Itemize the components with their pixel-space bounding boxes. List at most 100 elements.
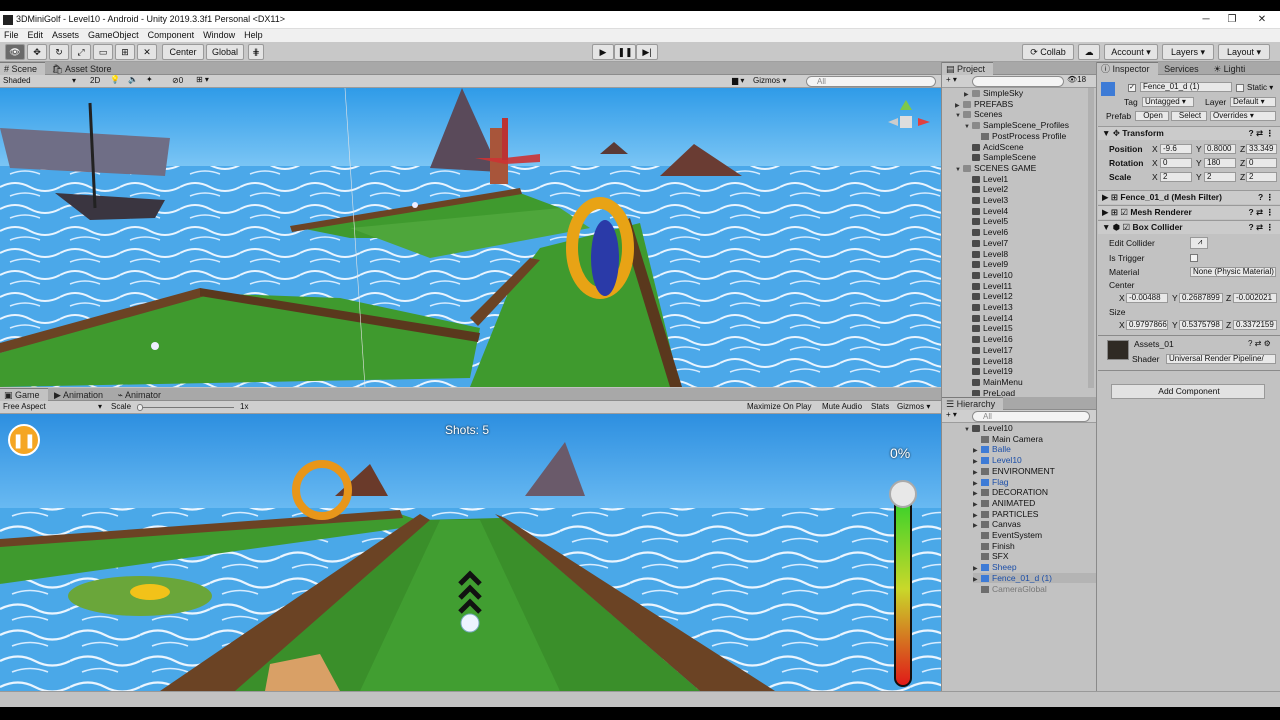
static-checkbox[interactable]	[1236, 84, 1244, 92]
tab-project[interactable]: ▤ Project	[942, 62, 994, 75]
gizmos-dropdown[interactable]: Gizmos ▾	[753, 76, 786, 85]
minimize-button[interactable]: ─	[1196, 13, 1216, 27]
maximize-button[interactable]: ❐	[1222, 13, 1242, 27]
fold-arrow-icon[interactable]: ▼	[964, 122, 972, 133]
rotate-tool-button[interactable]: ↻	[49, 44, 69, 60]
project-item[interactable]: ▶ SimpleSky	[964, 88, 1096, 99]
scale-y-field[interactable]: 2	[1204, 172, 1236, 182]
project-item[interactable]: PreLoad	[964, 388, 1096, 396]
project-item[interactable]: Level14	[964, 313, 1096, 324]
hidden-objects-count[interactable]: ⊘0	[172, 76, 183, 85]
aspect-dropdown[interactable]: Free Aspect	[3, 402, 46, 411]
scale-tool-button[interactable]: ⤢	[71, 44, 91, 60]
space-global-toggle[interactable]: Global	[206, 44, 244, 60]
tab-lighting[interactable]: ☀ Lighti	[1209, 63, 1253, 76]
size-y-field[interactable]: 0.5375798	[1179, 320, 1223, 330]
pause-game-button[interactable]: ❚❚	[8, 424, 40, 456]
menu-help[interactable]: Help	[244, 29, 263, 42]
game-gizmos-dropdown[interactable]: Gizmos ▾	[897, 402, 930, 411]
mute-audio-toggle[interactable]: Mute Audio	[822, 402, 862, 411]
hierarchy-item[interactable]: ▼ Level10	[964, 423, 1096, 434]
project-item[interactable]: Level5	[964, 216, 1096, 227]
menu-assets[interactable]: Assets	[52, 29, 79, 42]
project-item[interactable]: Level15	[964, 323, 1096, 334]
hierarchy-item[interactable]: ▶ Level10	[973, 455, 1096, 466]
prefab-overrides-dropdown[interactable]: Overrides ▾	[1210, 111, 1276, 121]
mesh-renderer-header[interactable]: ▶ ⊞ ☑ Mesh Renderer ? ⇄ ⋮	[1098, 205, 1280, 219]
close-button[interactable]: ✕	[1252, 13, 1272, 27]
layers-dropdown[interactable]: Layers ▾	[1162, 44, 1214, 60]
scene-search-input[interactable]: All	[806, 76, 936, 87]
scale-x-field[interactable]: 2	[1160, 172, 1192, 182]
mesh-filter-header[interactable]: ▶ ⊞ Fence_01_d (Mesh Filter) ? ⋮	[1098, 190, 1280, 204]
material-menu-icon[interactable]: ? ⇄ ⚙	[1248, 339, 1271, 348]
component-menu-icon[interactable]: ? ⋮	[1258, 191, 1274, 204]
project-add-icon[interactable]: + ▾	[946, 75, 957, 84]
prefab-open-button[interactable]: Open	[1135, 111, 1169, 121]
project-item[interactable]: SampleScene	[964, 152, 1096, 163]
project-item[interactable]: Level3	[964, 195, 1096, 206]
hierarchy-item[interactable]: Finish	[973, 541, 1096, 552]
component-menu-icon[interactable]: ? ⇄ ⋮	[1248, 221, 1274, 234]
shader-dropdown[interactable]: Universal Render Pipeline/	[1166, 354, 1276, 364]
project-item[interactable]: Level11	[964, 281, 1096, 292]
center-z-field[interactable]: -0.002021	[1233, 293, 1277, 303]
project-item[interactable]: Level2	[964, 184, 1096, 195]
tab-services[interactable]: Services	[1160, 63, 1207, 76]
is-trigger-checkbox[interactable]	[1190, 254, 1198, 262]
layout-dropdown[interactable]: Layout ▾	[1218, 44, 1270, 60]
menu-gameobject[interactable]: GameObject	[88, 29, 139, 42]
hierarchy-item[interactable]: ▶ Sheep	[973, 562, 1096, 573]
scene-viewport[interactable]	[0, 88, 941, 387]
project-item[interactable]: Level9	[964, 259, 1096, 270]
stats-toggle[interactable]: Stats	[871, 402, 889, 411]
maximize-on-play-toggle[interactable]: Maximize On Play	[747, 402, 811, 411]
project-item[interactable]: Level6	[964, 227, 1096, 238]
pivot-center-toggle[interactable]: Center	[162, 44, 204, 60]
move-tool-button[interactable]: ✥	[27, 44, 47, 60]
project-scrollbar[interactable]	[1088, 88, 1094, 388]
object-name-field[interactable]: Fence_01_d (1)	[1140, 82, 1232, 92]
project-item[interactable]: Level12	[964, 291, 1096, 302]
hierarchy-item[interactable]: EventSystem	[973, 530, 1096, 541]
fold-arrow-icon[interactable]: ▼	[964, 425, 972, 436]
hierarchy-item[interactable]: Main Camera	[973, 434, 1096, 445]
fold-arrow-icon[interactable]: ▼	[955, 165, 963, 176]
hand-tool-button[interactable]: 👁	[5, 44, 25, 60]
hierarchy-search-input[interactable]: All	[972, 411, 1090, 422]
scale-z-field[interactable]: 2	[1246, 172, 1277, 182]
rotation-y-field[interactable]: 180	[1204, 158, 1236, 168]
project-item[interactable]: ▼ SampleScene_Profiles	[964, 120, 1096, 131]
center-x-field[interactable]: -0.00488	[1126, 293, 1168, 303]
grid-icon[interactable]: ⊞ ▾	[196, 75, 209, 84]
tab-scene[interactable]: # Scene	[0, 62, 46, 75]
hierarchy-item[interactable]: ▶ Canvas	[973, 519, 1096, 530]
tab-game[interactable]: ▣ Game	[0, 388, 48, 401]
audio-icon[interactable]: 🔈	[128, 75, 138, 84]
menu-window[interactable]: Window	[203, 29, 235, 42]
box-collider-header[interactable]: ▼ ⬢ ☑ Box Collider ? ⇄ ⋮	[1098, 220, 1280, 234]
material-preview-icon[interactable]	[1107, 340, 1129, 360]
project-item[interactable]: AcidScene	[964, 142, 1096, 153]
project-item[interactable]: ▼ SCENES GAME	[955, 163, 1096, 174]
project-search-input[interactable]	[972, 76, 1064, 87]
tag-dropdown[interactable]: Untagged ▾	[1142, 97, 1194, 107]
project-item[interactable]: Level17	[964, 345, 1096, 356]
hierarchy-item[interactable]: SFX	[973, 551, 1096, 562]
hierarchy-item[interactable]: ▶ Flag	[973, 477, 1096, 488]
project-item[interactable]: Level8	[964, 249, 1096, 260]
hierarchy-item[interactable]: ▶ PARTICLES	[973, 509, 1096, 520]
transform-tool-button[interactable]: ⊞	[115, 44, 135, 60]
edit-collider-button[interactable]: ⩘	[1190, 237, 1208, 249]
effects-icon[interactable]: ✦	[146, 75, 153, 84]
hierarchy-add-icon[interactable]: + ▾	[946, 410, 957, 419]
project-item[interactable]: Level16	[964, 334, 1096, 345]
hierarchy-item[interactable]: ▶ ANIMATED	[973, 498, 1096, 509]
project-item[interactable]: ▶ PREFABS	[955, 99, 1096, 110]
menu-file[interactable]: File	[4, 29, 19, 42]
lighting-icon[interactable]: 💡	[110, 75, 120, 84]
hierarchy-item[interactable]: ▶ Balle	[973, 444, 1096, 455]
size-x-field[interactable]: 0.9797866	[1126, 320, 1168, 330]
pause-button[interactable]: ❚❚	[614, 44, 636, 60]
project-item[interactable]: Level1	[964, 174, 1096, 185]
